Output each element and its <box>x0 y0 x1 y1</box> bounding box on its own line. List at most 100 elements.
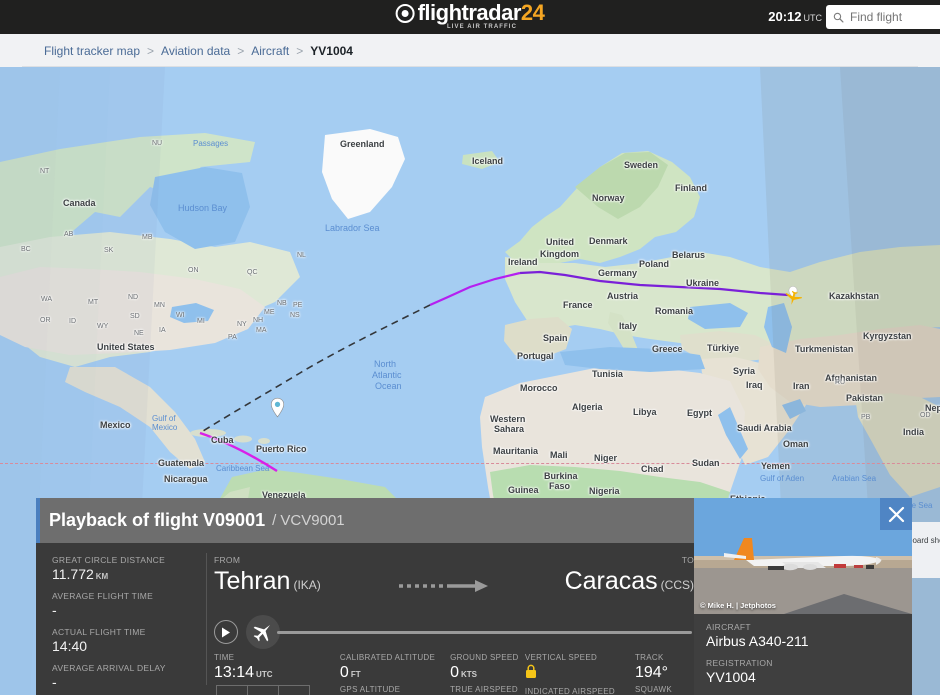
telemetry-label: TRACK <box>634 653 664 662</box>
map-label: PB <box>861 414 871 421</box>
time-step-button-2[interactable]: . <box>278 685 310 695</box>
origin-code: (IKA) <box>293 578 321 592</box>
telemetry-number: 0 <box>339 664 349 681</box>
breadcrumb-item-0[interactable]: Flight tracker map <box>44 44 140 58</box>
arrow-right-icon <box>398 580 488 592</box>
map-label: OD <box>920 412 931 419</box>
aircraft-type-label: AIRCRAFT <box>706 622 751 632</box>
clock-time: 20:12 <box>768 9 802 24</box>
play-button[interactable] <box>214 620 238 644</box>
map-label: MN <box>154 302 165 309</box>
lock-icon <box>525 664 536 678</box>
plane-icon <box>253 624 271 642</box>
map-label: Mali <box>550 450 568 460</box>
map-label: Kingdom <box>540 249 579 259</box>
map-label: Arabian Sea <box>832 474 877 483</box>
map-label: Syria <box>733 366 756 376</box>
map-label: Finland <box>675 183 707 193</box>
panel-divider <box>206 553 207 685</box>
playback-track[interactable] <box>277 630 692 634</box>
map-label: PA <box>228 334 237 341</box>
time-step-button-0[interactable] <box>216 685 248 695</box>
map-label: Gulf of Aden <box>760 474 805 483</box>
playback-callsign: / VCV9001 <box>272 512 345 529</box>
map-label: Passages <box>193 139 229 148</box>
stat-value: - <box>52 674 57 690</box>
breadcrumb-item-2[interactable]: Aircraft <box>251 44 289 58</box>
aircraft-type-value: Airbus A340-211 <box>706 633 809 649</box>
map-label: Guatemala <box>158 458 205 468</box>
map-label: Iceland <box>472 156 504 166</box>
route-arrow <box>397 579 489 598</box>
flight-stats-column: GREAT CIRCLE DISTANCE 11.772 KM AVERAGE F… <box>52 555 202 695</box>
map-label: North <box>374 359 397 369</box>
map-label: Pakistan <box>846 393 884 403</box>
map-label: Egypt <box>687 408 713 418</box>
route-flown-2 <box>429 271 521 307</box>
telemetry-value: 194° <box>634 664 669 681</box>
map-label: Kazakhstan <box>829 291 880 301</box>
map-label: Romania <box>655 306 694 316</box>
time-step-button-1[interactable] <box>247 685 279 695</box>
map-label: MT <box>88 299 99 306</box>
map-label: Sudan <box>692 458 720 468</box>
map-label: United <box>546 237 574 247</box>
telemetry-sublabel: SQUAWK <box>634 685 673 694</box>
stat-value: 14:40 <box>52 638 88 654</box>
playback-scrubber-handle[interactable] <box>246 615 280 649</box>
map-label: ND <box>128 294 139 301</box>
telemetry-label: VERTICAL SPEED <box>524 653 598 662</box>
logo-tagline: LIVE AIR TRAFFIC <box>446 24 518 30</box>
logo-wordmark: flightradar <box>417 0 522 25</box>
close-panel-button[interactable] <box>880 498 912 530</box>
playback-controls[interactable] <box>214 615 694 649</box>
map-label: Saudi Arabia <box>737 423 792 433</box>
map-label: Morocco <box>520 383 558 393</box>
map-label: BC <box>21 246 31 253</box>
map-label: Hudson Bay <box>178 203 228 213</box>
stat-unit: KM <box>95 572 109 581</box>
breadcrumb: Flight tracker map > Aviation data > Air… <box>0 34 940 67</box>
map-label: Labrador Sea <box>325 223 380 233</box>
stat-label: AVERAGE ARRIVAL DELAY <box>52 663 166 673</box>
map-label: Portugal <box>517 351 554 361</box>
destination-pin-icon[interactable] <box>270 397 285 418</box>
stat-great-circle-distance: GREAT CIRCLE DISTANCE 11.772 KM <box>52 555 202 582</box>
map-label: OR <box>40 317 51 324</box>
aircraft-info-card: © Mike H. | Jetphotos AIRCRAFT Airbus A3… <box>694 498 912 695</box>
map-label: Nigeria <box>589 486 620 496</box>
map-label: Kyrgyzstan <box>863 331 912 341</box>
telemetry-number: 0 <box>450 664 459 681</box>
map-label: WI <box>176 312 185 319</box>
breadcrumb-item-1[interactable]: Aviation data <box>161 44 230 58</box>
breadcrumb-separator: > <box>237 43 245 58</box>
destination-label: TO <box>681 555 694 565</box>
site-logo[interactable]: flightradar24 LIVE AIR TRAFFIC <box>395 0 545 30</box>
map-label: Nicaragua <box>164 474 208 484</box>
telemetry-unit: UTC <box>256 670 273 679</box>
search-box[interactable] <box>826 5 940 29</box>
search-input[interactable] <box>850 10 940 24</box>
map-label: Niger <box>594 453 618 463</box>
time-step-buttons[interactable]: . <box>216 685 310 695</box>
destination-code: (CCS) <box>660 578 694 592</box>
stat-value: - <box>52 602 57 618</box>
telemetry-label: CALIBRATED ALTITUDE <box>339 653 436 662</box>
top-bar: flightradar24 LIVE AIR TRAFFIC 20:12 UTC <box>0 0 940 34</box>
map-label: Chad <box>641 464 664 474</box>
breadcrumb-item-current: YV1004 <box>310 43 353 58</box>
map-label: Western <box>490 414 526 424</box>
telemetry-calibrated-altitude: CALIBRATED ALTITUDE 0 FT GPS ALTITUDE <box>340 653 450 695</box>
destination-city-name: Caracas <box>564 567 658 595</box>
map-label: Poland <box>639 259 670 269</box>
map-label: Türkiye <box>707 343 740 353</box>
map-label: Italy <box>619 321 638 331</box>
destination-airport: TO Caracas (CCS) <box>565 555 694 599</box>
photo-credit: © Mike H. | Jetphotos <box>700 601 776 610</box>
aircraft-marker-icon[interactable] <box>782 285 804 307</box>
origin-airport: FROM Tehran (IKA) <box>214 555 321 599</box>
stat-average-flight-time: AVERAGE FLIGHT TIME - <box>52 591 202 618</box>
map-label: QC <box>247 269 258 276</box>
map-label: Burkina <box>544 471 578 481</box>
map-label: Yemen <box>761 461 791 471</box>
